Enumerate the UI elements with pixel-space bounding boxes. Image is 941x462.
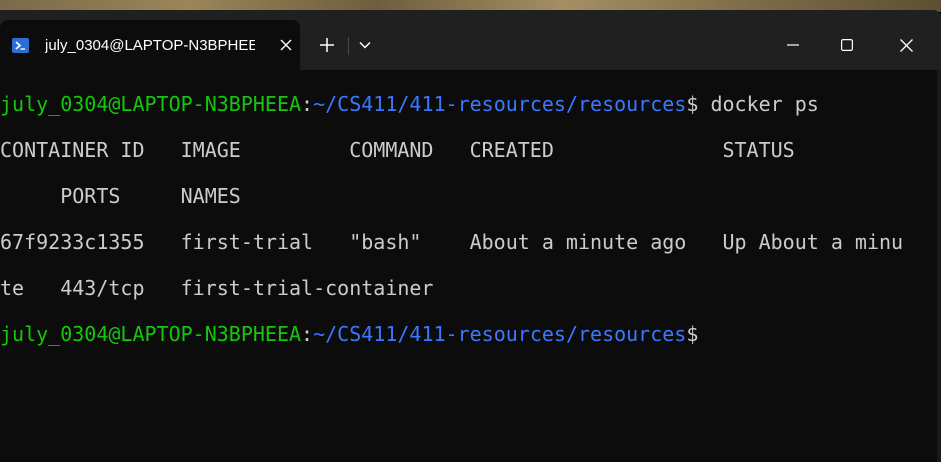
powershell-icon [12,37,29,53]
close-window-button[interactable] [880,20,932,70]
tab-title: july_0304@LAPTOP-N3BPHEEA [45,36,255,54]
command-text: docker ps [698,92,819,116]
output-line: te 443/tcp first-trial-container [0,276,434,300]
minimize-button[interactable] [770,20,816,70]
output-line: CONTAINER ID IMAGE COMMAND CREATED STATU… [0,138,795,162]
prompt-separator: : [301,92,314,116]
tab-active[interactable]: july_0304@LAPTOP-N3BPHEEA [0,20,300,70]
chevron-down-icon [359,41,371,49]
new-tab-button[interactable] [312,30,342,60]
maximize-button[interactable] [824,20,870,70]
plus-icon [320,38,334,52]
prompt-line: july_0304@LAPTOP-N3BPHEEA:~/CS411/411-re… [0,93,941,116]
close-tab-button[interactable] [278,37,294,53]
prompt-path: ~/CS411/411-resources/resources [313,322,687,346]
prompt-line: july_0304@LAPTOP-N3BPHEEA:~/CS411/411-re… [0,323,941,346]
terminal-output[interactable]: july_0304@LAPTOP-N3BPHEEA:~/CS411/411-re… [0,70,941,462]
prompt-user: july_0304@LAPTOP-N3BPHEEA [0,322,302,346]
title-bar[interactable]: july_0304@LAPTOP-N3BPHEEA [0,10,941,70]
minimize-icon [787,44,799,46]
prompt-separator: : [301,322,314,346]
output-line: 67f9233c1355 first-trial "bash" About a … [0,230,904,254]
prompt-path: ~/CS411/411-resources/resources [313,92,687,116]
prompt-symbol: $ [686,92,699,116]
tab-dropdown-button[interactable] [352,30,378,60]
scrollbar[interactable] [937,70,941,462]
prompt-user: july_0304@LAPTOP-N3BPHEEA [0,92,302,116]
maximize-icon [841,39,853,51]
close-icon [280,39,292,51]
tab-separator [348,37,349,55]
terminal-window: july_0304@LAPTOP-N3BPHEEA july_0304@LAPT… [0,0,941,462]
close-icon [899,38,913,52]
output-line: PORTS NAMES [0,184,241,208]
prompt-symbol: $ [686,322,699,346]
